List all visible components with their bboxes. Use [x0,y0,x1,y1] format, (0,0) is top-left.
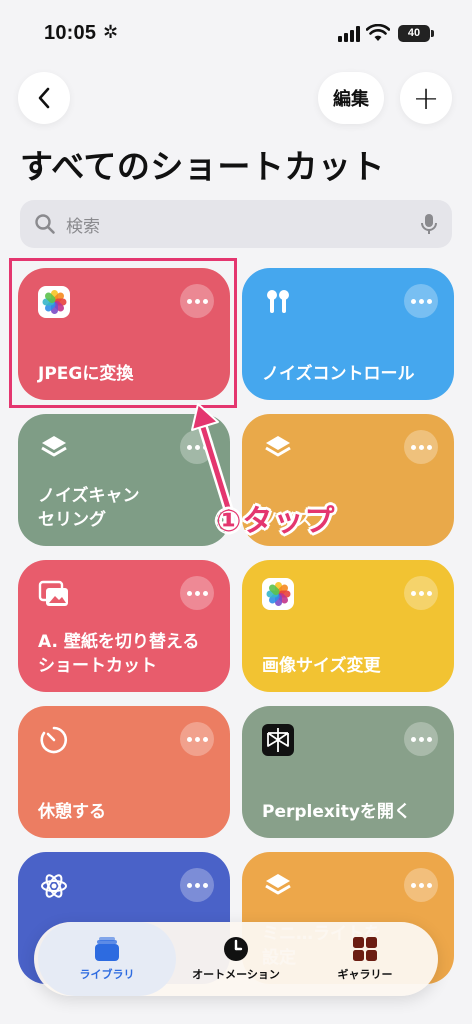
shortcut-label: 休憩する [38,802,106,822]
shortcut-label: ノイズコントロール [262,364,415,384]
gear-icon: ✲ [103,22,119,43]
airpods-icon [262,286,294,318]
shortcut-tile[interactable]: 画像サイズ変更 [242,560,454,692]
add-shortcut-button[interactable]: + [400,72,452,124]
status-bar: 10:05 ✲ 40 [0,0,472,60]
wifi-icon [366,24,390,41]
battery-indicator: 40 [398,25,434,42]
tab-label: ギャラリー [337,968,393,981]
search-input[interactable]: 検索 [66,212,420,237]
layers-icon [38,432,70,464]
photos-icon [262,578,294,610]
tap-highlight-box [9,258,237,408]
microphone-icon[interactable] [420,213,438,235]
chevron-left-icon [38,87,50,109]
more-options-button[interactable] [404,284,438,318]
tab-bar: ライブラリ オートメーション ギャラリー [34,922,438,996]
more-options-button[interactable] [180,722,214,756]
more-options-button[interactable] [404,430,438,464]
layers-icon [262,432,294,464]
timer-icon [38,724,70,756]
shortcut-label: 画像サイズ変更 [262,656,381,676]
tap-annotation-label: ①タップ [216,504,336,539]
shortcut-tile[interactable]: Perplexityを開く [242,706,454,838]
tab-label: オートメーション [192,968,280,981]
back-button[interactable] [18,72,70,124]
atom-icon [38,870,70,902]
search-icon [35,214,55,234]
shortcut-tile[interactable]: A. 壁紙を切り替える ショートカット [18,560,230,692]
more-options-button[interactable] [404,722,438,756]
tab-library[interactable]: ライブラリ [38,922,176,996]
more-options-button[interactable] [180,576,214,610]
layers-icon [262,870,294,902]
tab-automation[interactable]: オートメーション [176,922,296,996]
status-time: 10:05 [44,22,97,44]
shortcut-label: Perplexityを開く [262,802,411,822]
clock-icon [224,937,248,961]
tab-gallery[interactable]: ギャラリー [296,922,434,996]
wallpaper-icon [38,578,70,610]
more-options-button[interactable] [180,868,214,902]
cellular-signal-icon [338,26,360,42]
battery-level: 40 [407,27,421,39]
page-title: すべてのショートカット [20,147,385,186]
more-options-button[interactable] [404,868,438,902]
shortcut-label: A. 壁紙を切り替える ショートカット [38,632,200,676]
shortcut-tile[interactable]: ノイズコントロール [242,268,454,400]
tab-label: ライブラリ [79,968,135,981]
library-icon [95,937,119,961]
gallery-icon [353,937,377,961]
shortcut-tile[interactable]: 休憩する [18,706,230,838]
more-options-button[interactable] [404,576,438,610]
perplexity-icon [262,724,294,756]
edit-button[interactable]: 編集 [318,72,384,124]
search-field[interactable]: 検索 [20,200,452,248]
